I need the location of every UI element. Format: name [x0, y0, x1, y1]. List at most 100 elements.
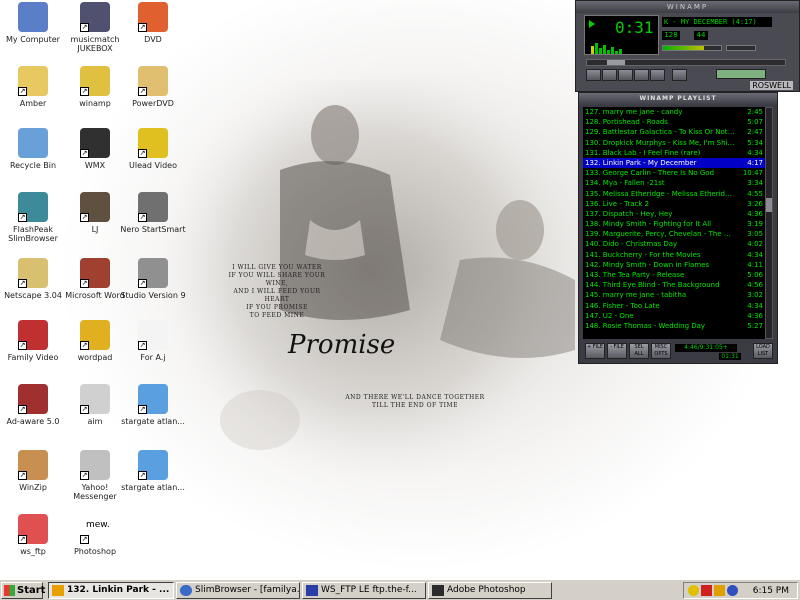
- playlist-row[interactable]: 128. Portishead - Roads 5:07: [583, 117, 765, 127]
- desktop-icon[interactable]: Recycle Bin: [0, 128, 66, 170]
- playlist-track-title: 129. Battlestar Galactica - To Kiss Or N…: [585, 128, 735, 137]
- add-file-button[interactable]: + FILE: [585, 343, 605, 359]
- desktop-icon-label: Family Video: [7, 353, 59, 362]
- playlist-row[interactable]: 141. Buckcherry - For the Movies 4:34: [583, 250, 765, 260]
- start-button[interactable]: Start: [1, 582, 45, 599]
- playlist-row[interactable]: 148. Rosie Thomas - Wedding Day 5:27: [583, 321, 765, 331]
- playlist-row[interactable]: 144. Third Eye Blind - The Background 4:5…: [583, 280, 765, 290]
- task-slimbrowser[interactable]: SlimBrowser - [familya...: [176, 582, 300, 599]
- desktop-icon[interactable]: ↗ stargate atlan...: [120, 450, 186, 492]
- playlist-row[interactable]: 135. Melissa Etheridge - Melissa Etherid…: [583, 189, 765, 199]
- playlist-row[interactable]: 146. Fisher - Too Late 4:34: [583, 301, 765, 311]
- playlist-row[interactable]: 129. Battlestar Galactica - To Kiss Or N…: [583, 127, 765, 137]
- winamp-icon: [52, 585, 64, 596]
- playlist-row[interactable]: 143. The Tea Party - Release 5:06: [583, 270, 765, 280]
- clock[interactable]: 6:15 PM: [753, 583, 789, 599]
- playlist-track-duration: 4:36: [747, 209, 763, 218]
- desktop-icon[interactable]: ↗ ws_ftp: [0, 514, 66, 556]
- desktop-icon[interactable]: My Computer: [0, 2, 66, 44]
- playlist-row[interactable]: 147. U2 - One 4:36: [583, 311, 765, 321]
- winamp-time: 0:31: [615, 18, 654, 37]
- powerdvd-icon: ↗: [138, 66, 168, 96]
- volume-slider[interactable]: [662, 45, 722, 51]
- desktop-icon[interactable]: ↗ PowerDVD: [120, 66, 186, 108]
- task-winamp[interactable]: 132. Linkin Park - ...: [48, 582, 174, 599]
- scroll-thumb[interactable]: [766, 198, 772, 212]
- desktop-icon[interactable]: ↗ DVD: [120, 2, 186, 44]
- desktop-icon[interactable]: ↗ WMX: [62, 128, 128, 170]
- pause-button[interactable]: [618, 69, 633, 81]
- remove-file-button[interactable]: - FILE: [607, 343, 627, 359]
- task-ws-ftp[interactable]: WS_FTP LE ftp.the-f...: [302, 582, 426, 599]
- playlist-row[interactable]: 145. marry me jane - tabitha 3:02: [583, 290, 765, 300]
- desktop-icon[interactable]: mew. ↗ Photoshop: [62, 514, 128, 556]
- select-all-button[interactable]: SEL ALL: [629, 343, 649, 359]
- playlist-row[interactable]: 140. Dido - Christmas Day 4:02: [583, 239, 765, 249]
- task-photoshop[interactable]: Adobe Photoshop: [428, 582, 552, 599]
- dvd-icon: ↗: [138, 2, 168, 32]
- desktop-icon-label: Nero StartSmart: [120, 225, 186, 234]
- desktop-icon-label: Recycle Bin: [9, 161, 57, 170]
- playlist-row[interactable]: 134. Mya - Fallen -21st 3:34: [583, 178, 765, 188]
- desktop-icon[interactable]: ↗ LJ: [62, 192, 128, 234]
- desktop-icon[interactable]: ↗ Yahoo! Messenger: [62, 450, 128, 501]
- play-button[interactable]: [602, 69, 617, 81]
- wallpaper-verse-2: AND THERE WE'LL DANCE TOGETHER TILL THE …: [345, 394, 485, 409]
- zonealarm-tray-icon[interactable]: [714, 585, 725, 596]
- balance-slider[interactable]: [726, 45, 756, 51]
- desktop-icon[interactable]: ↗ wordpad: [62, 320, 128, 362]
- playlist-row[interactable]: 139. Marguerite, Percy, Chevelan - The R…: [583, 229, 765, 239]
- desktop-icon[interactable]: ↗ Microsoft Word: [62, 258, 128, 300]
- playlist-row[interactable]: 133. George Carlin - There Is No God 10:4…: [583, 168, 765, 178]
- desktop-icon[interactable]: ↗ Studio Version 9: [120, 258, 186, 300]
- playlist-track-title: 145. marry me jane - tabitha: [585, 291, 687, 300]
- playlist-row[interactable]: 136. Live - Track 2 3:26: [583, 199, 765, 209]
- desktop-icon-label: Amber: [19, 99, 47, 108]
- desktop-icon[interactable]: ↗ Family Video: [0, 320, 66, 362]
- playlist-row[interactable]: 127. marry me jane - candy 2:45: [583, 107, 765, 117]
- shuffle-repeat-toggle[interactable]: [716, 69, 766, 79]
- desktop-icon-label: stargate atlan...: [121, 417, 185, 426]
- antivirus-tray-icon[interactable]: [701, 585, 712, 596]
- desktop-icon[interactable]: ↗ Ad-aware 5.0: [0, 384, 66, 426]
- desktop-icon[interactable]: ↗ For A.j: [120, 320, 186, 362]
- playlist-track-duration: 4:36: [747, 311, 763, 320]
- playlist-row[interactable]: 132. Linkin Park - My December 4:17: [583, 157, 765, 169]
- desktop-icon[interactable]: ↗ Ulead Video: [120, 128, 186, 170]
- playlist-track-duration: 5:06: [747, 271, 763, 279]
- winamp-window[interactable]: WINAMP 0:31 K - MY DECEMBER (4:17) 128 4…: [575, 0, 800, 92]
- misc-options-button[interactable]: MISC OPTS: [651, 343, 671, 359]
- load-list-button[interactable]: LOAD LIST: [753, 343, 773, 359]
- playlist-scrollbar[interactable]: [765, 107, 773, 339]
- playlist-track-title: 140. Dido - Christmas Day: [585, 240, 678, 249]
- winamp-playlist-window[interactable]: WINAMP PLAYLIST 127. marry me jane - can…: [578, 92, 778, 364]
- desktop-icon[interactable]: ↗ winamp: [62, 66, 128, 108]
- playlist-row[interactable]: 130. Dropkick Murphys - Kiss Me, I'm Shi…: [583, 138, 765, 148]
- desktop-icon[interactable]: ↗ Netscape 3.04: [0, 258, 66, 300]
- playlist-track-duration: 3:02: [747, 291, 763, 300]
- winamp-titlebar[interactable]: WINAMP: [576, 1, 799, 13]
- next-button[interactable]: [650, 69, 665, 81]
- previous-button[interactable]: [586, 69, 601, 81]
- stargate-icon: ↗: [138, 450, 168, 480]
- playlist-list[interactable]: 127. marry me jane - candy 2:45 128. Porti…: [583, 107, 765, 339]
- desktop-icon[interactable]: ↗ FlashPeak SlimBrowser: [0, 192, 66, 243]
- desktop-icon[interactable]: ↗ Amber: [0, 66, 66, 108]
- stop-button[interactable]: [634, 69, 649, 81]
- desktop-icon[interactable]: ↗ aim: [62, 384, 128, 426]
- playlist-row[interactable]: 137. Dispatch - Hey, Hey 4:36: [583, 209, 765, 219]
- playlist-row[interactable]: 142. Mindy Smith - Down in Flames 4:11: [583, 260, 765, 270]
- desktop-icon[interactable]: ↗ WinZip: [0, 450, 66, 492]
- desktop-icon-label: Microsoft Word: [65, 291, 125, 300]
- network-tray-icon[interactable]: [727, 585, 738, 596]
- playlist-titlebar[interactable]: WINAMP PLAYLIST: [579, 93, 777, 105]
- desktop-icon[interactable]: ↗ Nero StartSmart: [120, 192, 186, 234]
- yahoo-tray-icon[interactable]: [688, 585, 699, 596]
- desktop-icon[interactable]: ↗ musicmatch JUKEBOX: [62, 2, 128, 53]
- seek-bar[interactable]: [586, 59, 786, 66]
- desktop-icon[interactable]: ↗ stargate atlan...: [120, 384, 186, 426]
- playlist-row[interactable]: 131. Black Lab - I Feel Fine (rare) 4:34: [583, 148, 765, 158]
- lj-icon: ↗: [80, 192, 110, 222]
- eject-button[interactable]: [672, 69, 687, 81]
- playlist-row[interactable]: 138. Mindy Smith - Fighting for It All 3:…: [583, 219, 765, 229]
